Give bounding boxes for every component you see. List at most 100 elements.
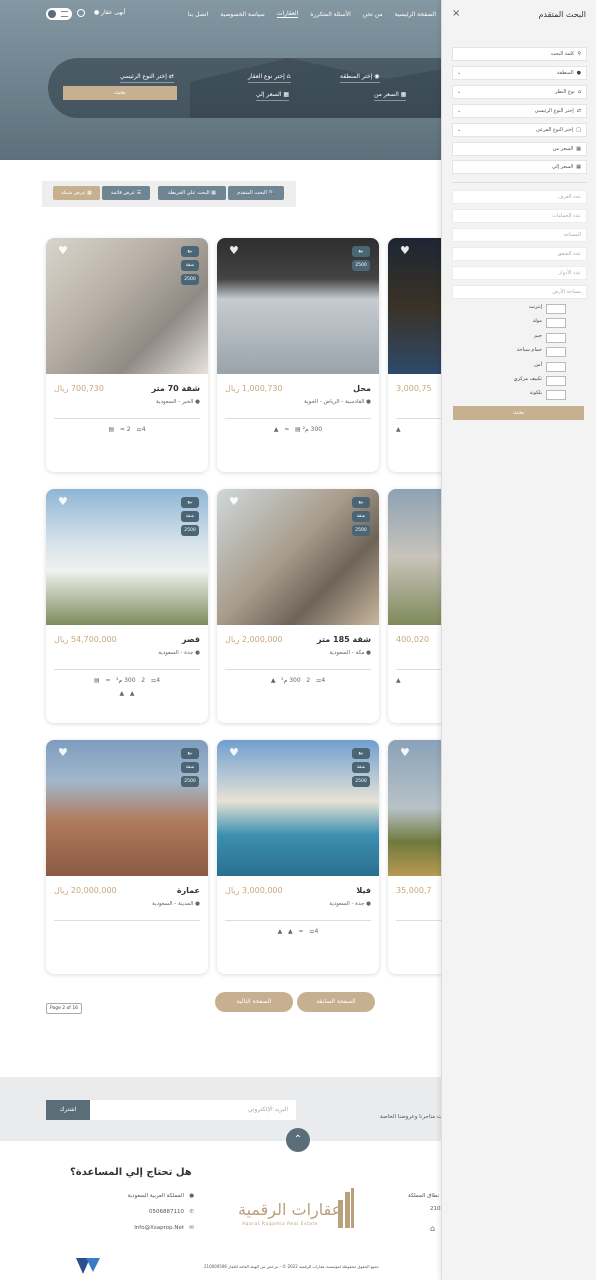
area-badge: 2500	[352, 525, 370, 536]
favorite-heart-icon[interactable]: ♥	[229, 495, 239, 508]
property-location: ● الخبر - السعودية	[155, 399, 200, 405]
bath-count: 2	[306, 677, 311, 684]
map-search-label: البحث علي الخريطة	[168, 190, 210, 196]
location-label: أبهى عقار	[101, 9, 126, 16]
property-title[interactable]: عمارة	[177, 886, 200, 895]
property-location: ● جدة - السعودية	[329, 901, 371, 907]
price-from-input[interactable]: ▦السعر من	[452, 142, 587, 156]
apartments-input[interactable]: عدد الشقق	[452, 247, 587, 261]
hero-search-button[interactable]: بحث	[63, 86, 177, 100]
amenity-label: بلكونة	[529, 390, 542, 396]
property-features-extra: ▲ ▲	[119, 690, 135, 697]
property-title[interactable]: شقة 185 متر	[317, 635, 371, 644]
favorite-heart-icon[interactable]: ♥	[58, 244, 68, 257]
hero-property-type-select[interactable]: ⌂ إختر نوع العقار	[248, 73, 291, 83]
hero-region-select[interactable]: ◉ إختر المنطقة	[340, 73, 380, 83]
user-menu-toggle[interactable]	[46, 8, 72, 20]
amenity-security[interactable]: أمن	[454, 362, 566, 372]
property-location: ● المدينة - السعودية	[152, 901, 200, 907]
favorite-heart-icon[interactable]: ♥	[229, 244, 239, 257]
property-location: ● القادسية - الرياض - الحوية	[303, 399, 371, 405]
map-search-button[interactable]: ▦ البحث علي الخريطة	[158, 186, 226, 200]
land-area-input[interactable]: مساحة الأرض	[452, 285, 587, 299]
property-title[interactable]: محل	[353, 384, 371, 393]
property-location: ● مكة - السعودية	[329, 650, 371, 656]
property-card[interactable]: ♥ بيع شقة 2500 شقة 185 متر 2,000,000 ريال …	[217, 489, 379, 723]
divider	[54, 418, 200, 419]
hero-price-from[interactable]: ▦ السعر من	[374, 91, 407, 101]
panel-title: البحث المتقدم	[538, 10, 586, 19]
amenity-checkbox[interactable]	[546, 390, 566, 400]
nav-privacy[interactable]: سياسة الخصوصية	[220, 11, 265, 18]
amenity-checkbox[interactable]	[546, 318, 566, 328]
amenity-checkbox[interactable]	[546, 376, 566, 386]
advanced-search-button[interactable]: 🔍 البحث المتقدم	[228, 186, 284, 200]
bathrooms-input[interactable]: عدد الحمامات	[452, 209, 587, 223]
property-card[interactable]: ♥ بيع شقة 2500 شقة 70 متر 700,730 ريال ● ا…	[46, 238, 208, 472]
chevron-down-icon: ⌄	[457, 89, 462, 95]
property-card[interactable]: ♥ بيع شقة 2500 فيلا 3,000,000 ريال ● جدة -…	[217, 740, 379, 974]
site-logo[interactable]: عقارات الرقمية Aqarat Raqamia Real Estat…	[238, 1186, 358, 1234]
favorite-heart-icon[interactable]: ♥	[400, 746, 410, 759]
status-badge: بيع	[352, 497, 370, 508]
property-title[interactable]: قصر	[182, 635, 200, 644]
price-to-label: السعر إلي	[552, 164, 574, 170]
property-card[interactable]: ♥ بيع شقة 2500 قصر 54,700,000 ريال ● جدة -…	[46, 489, 208, 723]
phone-text: 0506887110	[149, 1209, 184, 1215]
property-title[interactable]: فيلا	[356, 886, 371, 895]
prev-page-button[interactable]: الصفحة السابقة	[297, 992, 375, 1012]
property-card[interactable]: ♥ بيع 2500 محل 1,000,730 ريال ● القادسية …	[217, 238, 379, 472]
amenity-checkbox[interactable]	[546, 347, 566, 357]
property-title[interactable]: شقة 70 متر	[152, 384, 200, 393]
price-to-input[interactable]: ▦السعر إلي	[452, 160, 587, 174]
scroll-top-button[interactable]: ⌃	[286, 1128, 310, 1152]
main-type-select[interactable]: ⇄إختر النوع الرئيسي ⌄	[452, 104, 587, 118]
home-icon: ⌂	[577, 89, 581, 95]
property-price: 400,020	[396, 635, 430, 644]
keyword-input[interactable]: ⚲كلمة البحث	[452, 47, 587, 61]
contact-email[interactable]: Info@Xsaprop.Net ✉	[100, 1225, 194, 1231]
list-view-button[interactable]: ☰ عرض قائمة	[102, 186, 150, 200]
hero-main-type-select[interactable]: ⇄ إختر النوع الرئيسي	[120, 73, 174, 83]
favorite-heart-icon[interactable]: ♥	[400, 244, 410, 257]
view-type-select[interactable]: ⌂نوع النظر ⌄	[452, 85, 587, 99]
grid-view-label: عرض شبكة	[61, 190, 86, 196]
grid-view-button[interactable]: ▦ عرض شبكة	[53, 186, 100, 200]
nav-about[interactable]: من نحن	[363, 11, 383, 18]
nav-faq[interactable]: الأسئلة المتكررة	[310, 11, 350, 18]
region-select[interactable]: ●المنطقة ⌄	[452, 66, 587, 80]
location-selector[interactable]: ● أبهى عقار	[94, 9, 126, 16]
amenity-checkbox[interactable]	[546, 333, 566, 343]
globe-icon[interactable]	[77, 9, 85, 17]
panel-search-button[interactable]: بحث	[453, 406, 584, 420]
amenity-generator[interactable]: مولد	[454, 318, 566, 328]
chevron-down-icon: ⌄	[457, 108, 462, 114]
amenity-gym[interactable]: جيم	[454, 333, 566, 343]
nav-contact[interactable]: اتصل بنا	[188, 11, 208, 18]
amenity-internet[interactable]: إنترنت	[454, 304, 566, 314]
close-icon[interactable]: ×	[452, 8, 460, 19]
amenity-checkbox[interactable]	[546, 362, 566, 372]
amenity-pool[interactable]: حمام سباحة	[454, 347, 566, 357]
favorite-heart-icon[interactable]: ♥	[58, 746, 68, 759]
rooms-input[interactable]: عدد الغرف	[452, 190, 587, 204]
area-input[interactable]: المساحة	[452, 228, 587, 242]
favorite-heart-icon[interactable]: ♥	[58, 495, 68, 508]
sub-type-select[interactable]: □إختر النوع الفرعي ⌄	[452, 123, 587, 137]
hero-price-to[interactable]: ▦ السعر إلي	[256, 91, 290, 101]
contact-country: المملكة العربية السعودية ●	[100, 1193, 194, 1199]
amenity-balcony[interactable]: بلكونة	[454, 390, 566, 400]
amenity-ac[interactable]: تكييف مركزي	[454, 376, 566, 386]
location-icon: ●	[576, 70, 581, 76]
next-page-button[interactable]: الصفحة التالية	[215, 992, 293, 1012]
floors-input[interactable]: عدد الأدوار	[452, 266, 587, 280]
property-location-text: جدة - السعودية	[158, 650, 194, 656]
nav-properties[interactable]: العقارات	[276, 10, 299, 18]
amenity-checkbox[interactable]	[546, 304, 566, 314]
contact-phone[interactable]: 0506887110 ✆	[100, 1209, 194, 1215]
nav-home[interactable]: الصفحة الرئيسية	[395, 11, 436, 18]
favorite-heart-icon[interactable]: ♥	[229, 746, 239, 759]
newsletter-email-input[interactable]: البريد الإلكتروني	[90, 1100, 296, 1120]
subscribe-button[interactable]: اشترك	[46, 1100, 90, 1120]
property-card[interactable]: ♥ بيع شقة 2500 عمارة 20,000,000 ريال ● الم…	[46, 740, 208, 974]
